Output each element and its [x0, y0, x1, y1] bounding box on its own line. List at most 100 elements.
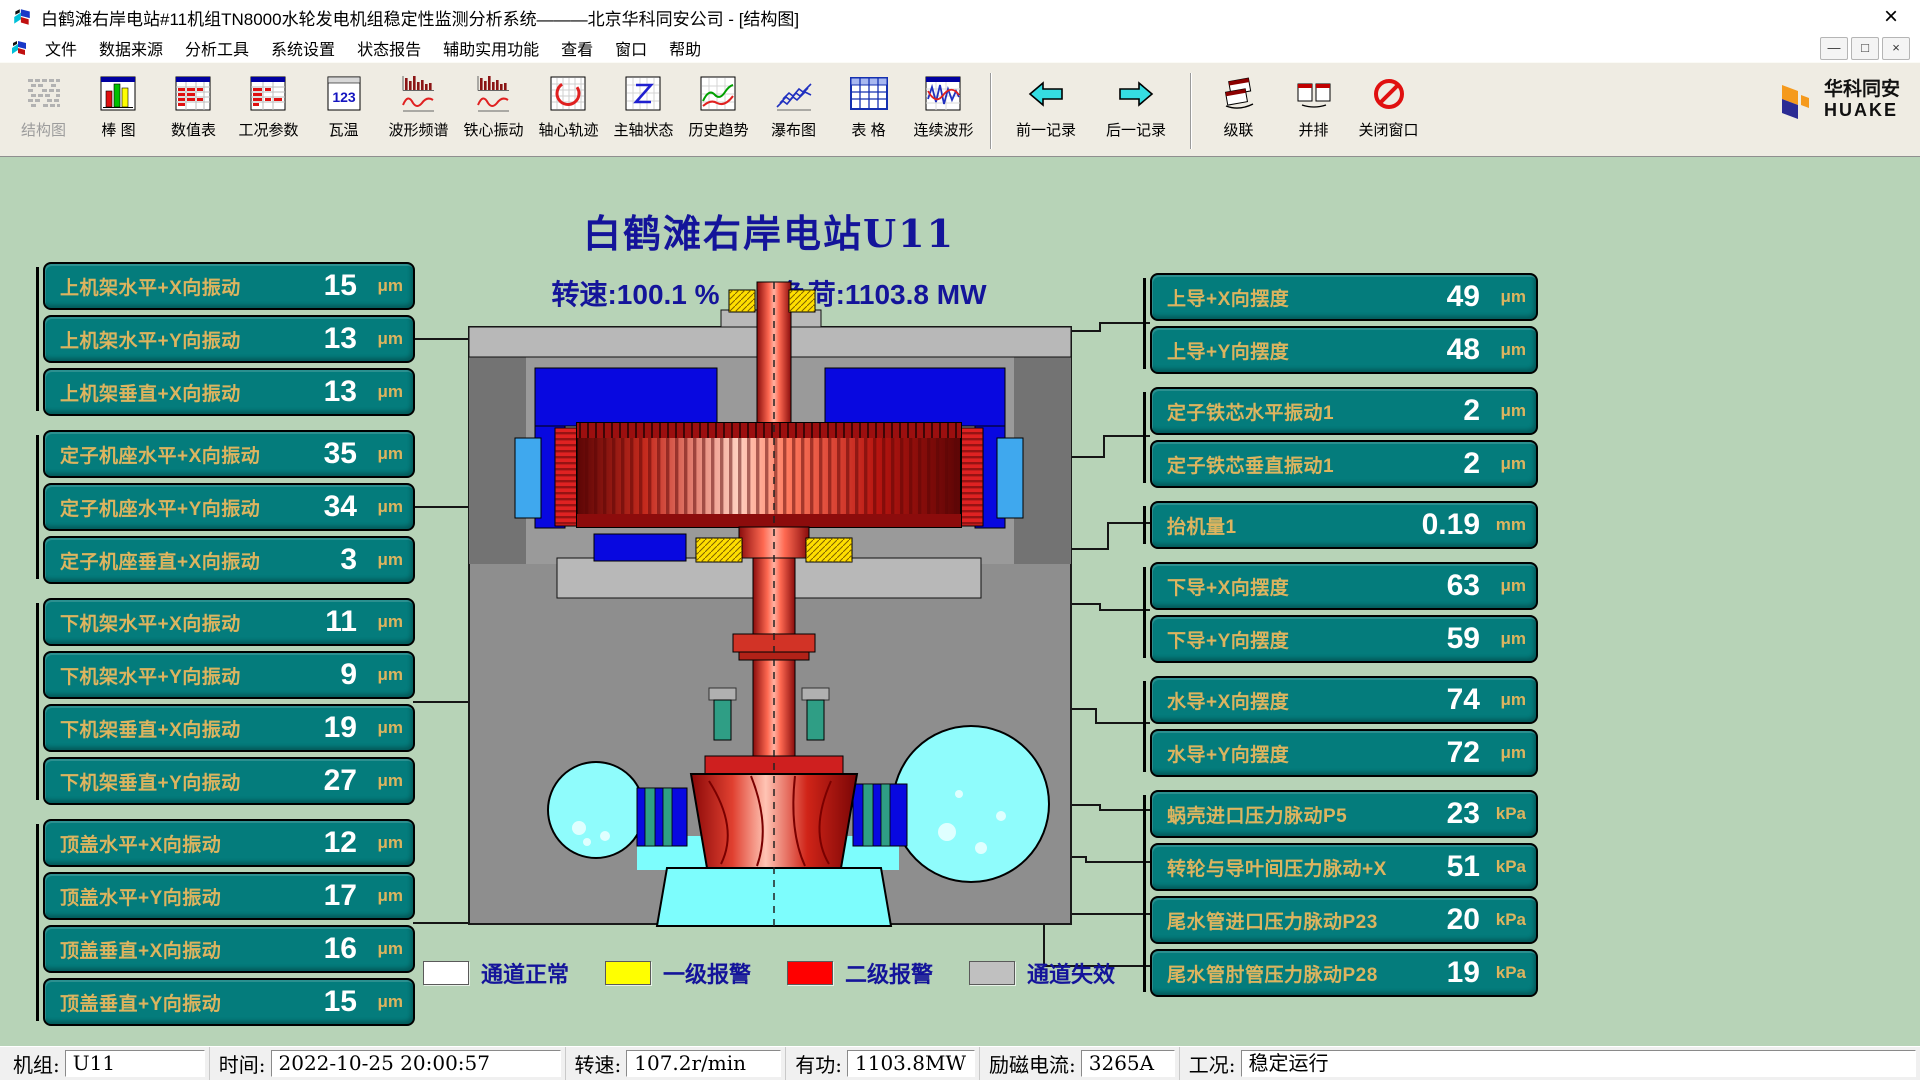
toolbar-separator — [990, 73, 992, 149]
toolbar-buttons: 结构图棒 图数值表工况参数123瓦温波形频谱铁心振动轴心轨迹主轴状态历史趋势瀑布… — [6, 71, 1426, 149]
close-window-button[interactable]: 关闭窗口 — [1351, 71, 1426, 140]
status-field-4: 有功:1103.8MW — [786, 1047, 980, 1080]
main-shaft-state-button[interactable]: 主轴状态 — [606, 71, 681, 140]
menu-item-5[interactable]: 状态报告 — [346, 34, 432, 62]
continuous-waveform-button[interactable]: 连续波形 — [906, 71, 981, 140]
temp-123-icon: 123 — [324, 73, 364, 115]
minimize-button[interactable]: — — [1820, 37, 1848, 60]
measurement-value: 23 — [1408, 797, 1480, 831]
measurement-box[interactable]: 下机架垂直+Y向振动27μm — [43, 757, 415, 805]
measurement-box[interactable]: 顶盖垂直+Y向振动15μm — [43, 978, 415, 1026]
menu-item-3[interactable]: 分析工具 — [174, 34, 260, 62]
measurement-box[interactable]: 上导+X向摆度49μm — [1150, 273, 1538, 321]
measurement-box[interactable]: 上机架水平+X向振动15μm — [43, 262, 415, 310]
menu-items: 文件数据来源分析工具系统设置状态报告辅助实用功能查看窗口帮助 — [34, 34, 712, 62]
measurement-box[interactable]: 尾水管肘管压力脉动P2819kPa — [1150, 949, 1538, 997]
tile-windows-button[interactable]: 并排 — [1276, 71, 1351, 140]
measurement-box[interactable]: 转轮与导叶间压力脉动+X51kPa — [1150, 843, 1538, 891]
measurement-box[interactable]: 顶盖水平+X向振动12μm — [43, 819, 415, 867]
measurement-box[interactable]: 蜗壳进口压力脉动P523kPa — [1150, 790, 1538, 838]
toolbar-label: 连续波形 — [913, 119, 973, 140]
measurement-value: 2 — [1408, 394, 1480, 428]
measurement-unit: mm — [1480, 515, 1526, 535]
menu-item-7[interactable]: 查看 — [550, 34, 604, 62]
huake-logo-icon — [1774, 77, 1820, 123]
restore-button[interactable]: □ — [1851, 37, 1879, 60]
status-field-2: 时间:2022-10-25 20:00:57 — [210, 1047, 566, 1080]
param-table-icon — [249, 73, 289, 115]
toolbar-label: 历史趋势 — [688, 119, 748, 140]
measurement-box[interactable]: 上导+Y向摆度48μm — [1150, 326, 1538, 374]
menu-item-9[interactable]: 帮助 — [658, 34, 712, 62]
toolbar-label: 铁心振动 — [463, 119, 523, 140]
numeric-table-button[interactable]: 数值表 — [156, 71, 231, 140]
arrow-right-icon — [1116, 73, 1156, 115]
measurement-unit: μm — [357, 612, 403, 632]
waterfall-plot-button[interactable]: 瀑布图 — [756, 71, 831, 140]
document-icon — [10, 39, 28, 57]
measurement-box[interactable]: 定子机座垂直+X向振动3μm — [43, 536, 415, 584]
toolbar-label: 瓦温 — [328, 119, 358, 140]
measurement-label: 上机架垂直+X向振动 — [60, 379, 285, 406]
data-grid-button[interactable]: 表 格 — [831, 71, 906, 140]
measurement-label: 定子铁芯水平振动1 — [1167, 398, 1408, 425]
bar-graph-button[interactable]: 棒 图 — [81, 71, 156, 140]
history-trend-button[interactable]: 历史趋势 — [681, 71, 756, 140]
close-icon[interactable]: × — [1874, 5, 1908, 29]
alarm-legend: 通道正常一级报警二级报警通道失效 — [409, 957, 1129, 989]
menu-item-4[interactable]: 系统设置 — [260, 34, 346, 62]
measurement-box[interactable]: 下导+X向摆度63μm — [1150, 562, 1538, 610]
cascade-icon — [1219, 73, 1259, 115]
measurement-unit: μm — [1480, 454, 1526, 474]
measurement-box[interactable]: 定子机座水平+Y向振动34μm — [43, 483, 415, 531]
legend-item-3: 二级报警 — [787, 957, 933, 989]
measurement-box[interactable]: 下导+Y向摆度59μm — [1150, 615, 1538, 663]
measurement-box[interactable]: 上机架垂直+X向振动13μm — [43, 368, 415, 416]
num-table-icon — [174, 73, 214, 115]
measurement-box[interactable]: 下机架垂直+X向振动19μm — [43, 704, 415, 752]
toolbar-label: 工况参数 — [238, 119, 298, 140]
orbit-icon — [549, 73, 589, 115]
measurement-value: 34 — [285, 490, 357, 524]
measurement-box[interactable]: 定子铁芯水平振动12μm — [1150, 387, 1538, 435]
menu-item-6[interactable]: 辅助实用功能 — [432, 34, 550, 62]
cascade-windows-button[interactable]: 级联 — [1201, 71, 1276, 140]
measurement-label: 转轮与导叶间压力脉动+X — [1167, 854, 1408, 881]
measurement-box[interactable]: 上机架水平+Y向振动13μm — [43, 315, 415, 363]
measurement-unit: μm — [357, 382, 403, 402]
waveform-spectrum-button[interactable]: 波形频谱 — [381, 71, 456, 140]
pad-temperature-button[interactable]: 123 瓦温 — [306, 71, 381, 140]
status-value: 1103.8MW — [847, 1050, 975, 1077]
next-record-button[interactable]: 后一记录 — [1091, 71, 1181, 140]
turbine-diagram — [459, 276, 1079, 931]
toolbar-label: 关闭窗口 — [1358, 119, 1418, 140]
measurement-box[interactable]: 抬机量10.19mm — [1150, 501, 1538, 549]
shaft-orbit-button[interactable]: 轴心轨迹 — [531, 71, 606, 140]
measurement-box[interactable]: 定子铁芯垂直振动12μm — [1150, 440, 1538, 488]
menubar: 文件数据来源分析工具系统设置状态报告辅助实用功能查看窗口帮助 — □ × — [0, 34, 1920, 62]
measurement-box[interactable]: 定子机座水平+X向振动35μm — [43, 430, 415, 478]
measurement-unit: μm — [357, 992, 403, 1012]
measurement-box[interactable]: 顶盖垂直+X向振动16μm — [43, 925, 415, 973]
core-vibration-button[interactable]: 铁心振动 — [456, 71, 531, 140]
legend-label: 通道失效 — [1027, 957, 1115, 989]
previous-record-button[interactable]: 前一记录 — [1001, 71, 1091, 140]
menu-item-1[interactable]: 文件 — [34, 34, 88, 62]
measurement-value: 27 — [285, 764, 357, 798]
measurement-box[interactable]: 顶盖水平+Y向振动17μm — [43, 872, 415, 920]
measurement-label: 尾水管肘管压力脉动P28 — [1167, 960, 1408, 987]
measurement-box[interactable]: 下机架水平+Y向振动9μm — [43, 651, 415, 699]
measurement-box[interactable]: 下机架水平+X向振动11μm — [43, 598, 415, 646]
status-field-6: 工况:稳定运行 — [1180, 1047, 1920, 1080]
mdi-close-button[interactable]: × — [1882, 37, 1910, 60]
toolbar-label: 前一记录 — [1016, 119, 1076, 140]
measurement-value: 13 — [285, 322, 357, 356]
menu-item-8[interactable]: 窗口 — [604, 34, 658, 62]
measurement-box[interactable]: 尾水管进口压力脉动P2320kPa — [1150, 896, 1538, 944]
legend-label: 二级报警 — [845, 957, 933, 989]
toolbar-label: 主轴状态 — [613, 119, 673, 140]
menu-item-2[interactable]: 数据来源 — [88, 34, 174, 62]
measurement-box[interactable]: 水导+Y向摆度72μm — [1150, 729, 1538, 777]
measurement-box[interactable]: 水导+X向摆度74μm — [1150, 676, 1538, 724]
condition-params-button[interactable]: 工况参数 — [231, 71, 306, 140]
